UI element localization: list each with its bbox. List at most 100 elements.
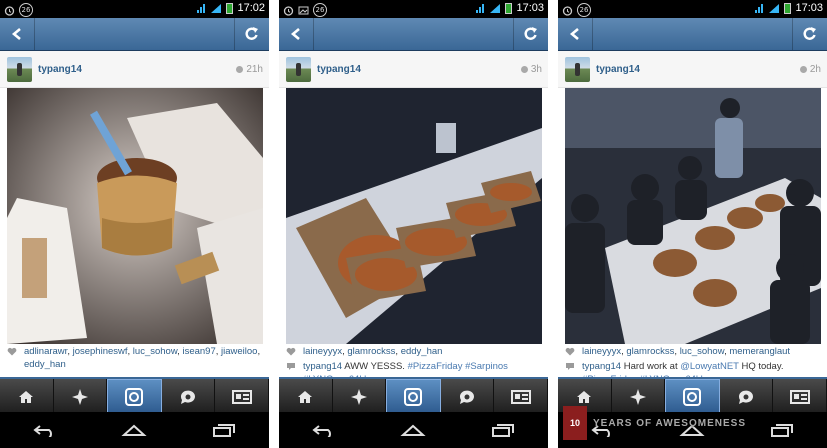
phone-screen: 26 17:03 typang14 3h laineyyyx, glamrock… <box>279 0 548 448</box>
tab-home[interactable] <box>279 379 333 414</box>
tab-news[interactable] <box>441 379 495 414</box>
app-bar <box>0 18 269 51</box>
screen-divider <box>548 0 558 448</box>
camera-icon <box>404 387 423 406</box>
likes-row: laineyyyx, glamrockss, eddy_han <box>279 345 548 358</box>
liker-link[interactable]: glamrockss <box>626 346 674 357</box>
home-icon <box>19 390 34 403</box>
clock: 17:02 <box>237 2 265 14</box>
alarm-icon <box>562 5 573 16</box>
post-meta: adlinarawr, josephineswf, luc_sohow, ise… <box>0 345 269 371</box>
liker-link[interactable]: isean97 <box>182 346 215 357</box>
liker-link[interactable]: laineyyyx <box>582 346 621 357</box>
refresh-button[interactable] <box>513 18 548 50</box>
caption-hashtag[interactable]: #PizzaFriday <box>408 361 463 372</box>
liker-link[interactable]: luc_sohow <box>133 346 177 357</box>
alarm-icon <box>283 5 294 16</box>
liker-link[interactable]: josephineswf <box>73 346 128 357</box>
signal-icon <box>755 3 764 13</box>
tab-explore[interactable] <box>333 379 387 414</box>
username-link[interactable]: typang14 <box>596 64 640 75</box>
tab-home[interactable] <box>0 379 54 414</box>
cell-signal-icon <box>211 3 222 13</box>
post: typang14 2h laineyyyx, glamrockss, luc_s… <box>558 51 827 377</box>
status-bar: 26 17:03 <box>279 0 548 18</box>
post-header: typang14 21h <box>0 51 269 88</box>
post-meta: laineyyyx, glamrockss, luc_sohow, memera… <box>558 345 827 377</box>
photo-cake[interactable] <box>7 88 263 344</box>
caption-hashtag[interactable]: #Sarpinos <box>465 361 508 372</box>
profile-icon <box>231 389 252 404</box>
back-icon[interactable] <box>32 423 58 437</box>
refresh-button[interactable] <box>792 18 827 50</box>
back-button[interactable] <box>558 18 593 50</box>
liker-link[interactable]: adlinarawr <box>24 346 67 357</box>
tab-explore[interactable] <box>54 379 108 414</box>
liker-link[interactable]: laineyyyx <box>303 346 342 357</box>
caption-user[interactable]: typang14 <box>303 361 342 372</box>
back-icon[interactable] <box>311 423 337 437</box>
app-bar <box>279 18 548 51</box>
clock-icon <box>520 66 528 73</box>
notification-badge: 26 <box>19 3 33 17</box>
watermark: 10 YEARS OF AWESOMENESS <box>563 398 827 448</box>
tab-profile[interactable] <box>494 379 548 414</box>
post-age: 2h <box>799 64 821 75</box>
tab-bar <box>279 377 548 414</box>
post-age-text: 3h <box>530 64 542 75</box>
status-bar: 26 17:03 <box>558 0 827 18</box>
post-photo[interactable] <box>286 88 542 344</box>
heart-icon <box>7 347 17 356</box>
back-button[interactable] <box>0 18 35 50</box>
app-bar <box>558 18 827 51</box>
home-icon[interactable] <box>121 423 148 437</box>
caption-hashtag[interactable]: @LowyatNET <box>680 361 739 372</box>
post-age: 21h <box>236 64 263 75</box>
avatar[interactable] <box>7 57 32 82</box>
home-icon[interactable] <box>400 423 427 437</box>
liker-link[interactable]: eddy_han <box>24 359 66 370</box>
photo-team[interactable] <box>565 88 821 344</box>
heart-icon <box>286 347 296 356</box>
refresh-button[interactable] <box>234 18 269 50</box>
liker-link[interactable]: glamrockss <box>347 346 395 357</box>
username-link[interactable]: typang14 <box>38 64 82 75</box>
tab-camera[interactable] <box>107 379 162 414</box>
watermark-logo: 10 <box>563 406 587 440</box>
recent-apps-icon[interactable] <box>490 423 516 437</box>
username-link[interactable]: typang14 <box>317 64 361 75</box>
tab-news[interactable] <box>162 379 216 414</box>
liker-link[interactable]: eddy_han <box>401 346 443 357</box>
clock: 17:03 <box>795 2 823 14</box>
heart-icon <box>565 347 575 356</box>
post-photo[interactable] <box>7 88 263 344</box>
tab-bar <box>0 377 269 414</box>
avatar[interactable] <box>286 57 311 82</box>
post-age-text: 2h <box>809 64 821 75</box>
caption-user[interactable]: typang14 <box>582 361 621 372</box>
clock-icon <box>236 66 244 73</box>
back-button[interactable] <box>279 18 314 50</box>
post-meta: laineyyyx, glamrockss, eddy_han typang14… <box>279 345 548 377</box>
recent-apps-icon[interactable] <box>211 423 237 437</box>
avatar[interactable] <box>565 57 590 82</box>
clock: 17:03 <box>516 2 544 14</box>
status-bar: 26 17:02 <box>0 0 269 18</box>
post: typang14 3h laineyyyx, glamrockss, eddy_… <box>279 51 548 377</box>
post-age: 3h <box>520 64 542 75</box>
liker-link[interactable]: memeranglaut <box>729 346 790 357</box>
tab-profile[interactable] <box>215 379 269 414</box>
home-icon <box>298 390 313 403</box>
refresh-icon <box>803 27 816 40</box>
tab-camera[interactable] <box>386 379 441 414</box>
refresh-icon <box>524 27 537 40</box>
chevron-left-icon <box>290 28 300 40</box>
post-photo[interactable] <box>565 88 821 344</box>
notification-badge: 26 <box>313 3 327 17</box>
news-icon <box>460 390 475 404</box>
liker-link[interactable]: luc_sohow <box>680 346 724 357</box>
liker-link[interactable]: jiaweiloo <box>221 346 257 357</box>
phone-screen: 26 17:02 typang14 21h adlinarawr, joseph… <box>0 0 269 448</box>
photo-pizzas[interactable] <box>286 88 542 344</box>
post: typang14 21h adlinarawr, josephineswf, l… <box>0 51 269 377</box>
